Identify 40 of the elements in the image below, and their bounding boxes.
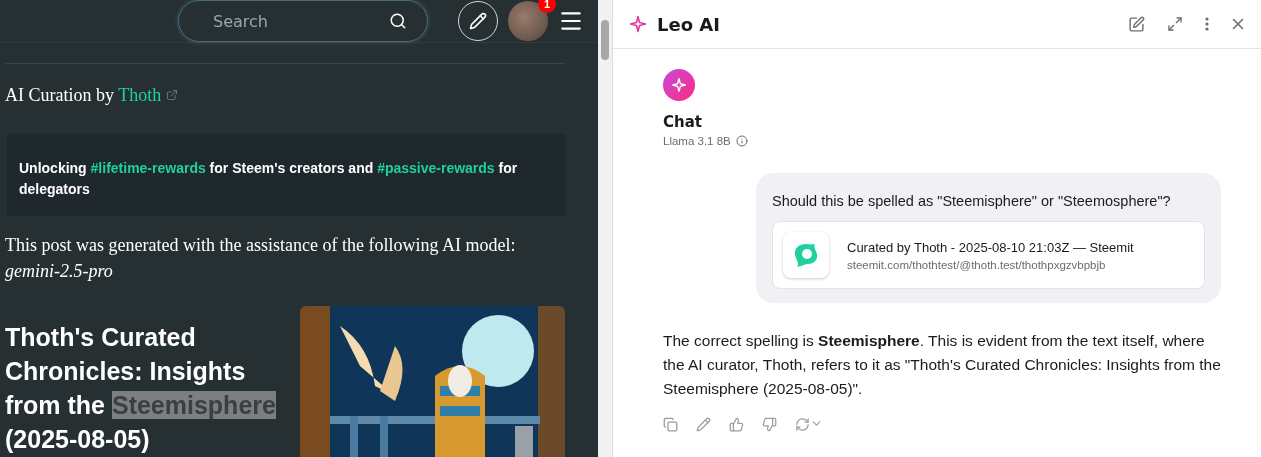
answer-text: The correct spelling is Steemisphere. This is evident from the text itself, where the AI curator, Thoth, refers to it as "Thoth's Curated Chronicles: Insights from the Steemisphere (2025-08-05)". <box>663 331 1221 399</box>
edit-icon <box>1128 15 1145 33</box>
model-name: gemini-2.5-pro <box>5 260 114 283</box>
search-icon <box>389 12 407 30</box>
refresh-icon <box>795 417 810 432</box>
pencil-icon <box>696 417 711 432</box>
card-url: steemit.com/thothtest/@thoth.test/thothpxgzvbpbjb <box>847 258 1107 271</box>
card-title: Curated by Thoth - 2025-08-10 21:03Z — Steemit <box>847 239 1134 255</box>
avatar[interactable] <box>508 1 548 41</box>
thumbs-up-icon <box>729 417 744 432</box>
new-chat-button[interactable] <box>1128 15 1145 33</box>
panel-title: Leo AI <box>657 13 721 35</box>
question-text: Should this be spelled as "Steemisphere" or "Steemosphere"? <box>772 193 1172 209</box>
model-note: This post was generated with the assistance of the following AI model: <box>5 234 517 257</box>
thumbs-down-icon <box>762 417 777 432</box>
thumbs-up-button[interactable] <box>729 417 744 432</box>
chat-avatar <box>663 69 695 101</box>
sparkle-icon <box>629 15 647 33</box>
notification-badge: 1 <box>538 0 556 13</box>
author-link[interactable]: Thoth <box>118 85 162 105</box>
regenerate-button[interactable] <box>795 417 823 432</box>
post-title: Thoth's Curated Chronicles: Insights from the Steemisphere (2025-08-05) <box>5 322 277 455</box>
chat-title: Chat <box>663 113 703 131</box>
pencil-icon <box>469 12 487 30</box>
hashtag-link[interactable]: #passive-rewards <box>377 160 495 176</box>
thumbs-down-button[interactable] <box>762 417 777 432</box>
more-button[interactable] <box>1205 17 1209 31</box>
copy-button[interactable] <box>663 417 678 432</box>
expand-button[interactable] <box>1167 16 1183 32</box>
hashtag-link[interactable]: #lifetime-rewards <box>90 160 206 176</box>
copy-icon <box>663 417 678 432</box>
search-input[interactable]: Search <box>211 10 389 32</box>
curation-line: AI Curation by Thoth <box>5 82 565 108</box>
model-label: Llama 3.1 8B <box>663 135 731 147</box>
link-card[interactable]: Curated by Thoth - 2025-08-10 21:03Z — Steemit steemit.com/thothtest/@thoth.test/thothpxgzvbpbjb <box>772 221 1205 289</box>
more-icon <box>1205 17 1209 31</box>
banner-text: Unlocking #lifetime-rewards for Steem's creators and #passive-rewards for delegators <box>7 134 565 216</box>
external-link-icon <box>165 89 178 101</box>
expand-icon <box>1167 16 1183 32</box>
info-icon <box>735 135 748 147</box>
